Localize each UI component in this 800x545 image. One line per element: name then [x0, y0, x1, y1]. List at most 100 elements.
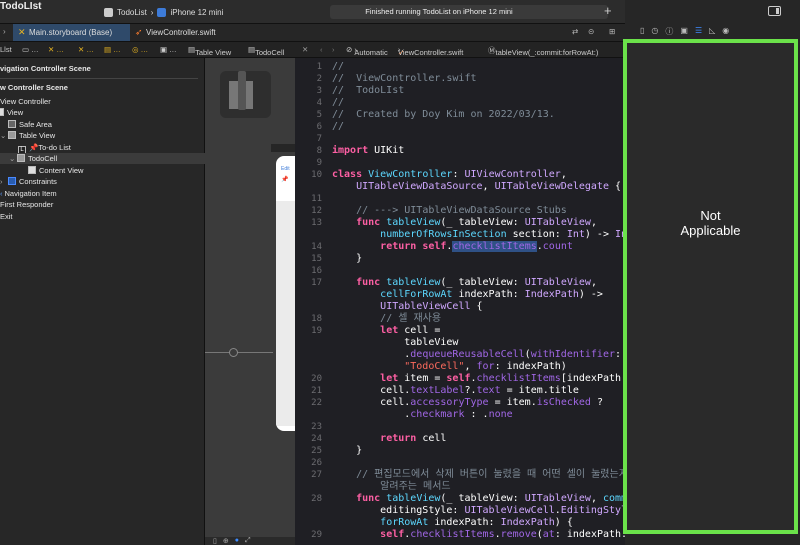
- resolve-icon[interactable]: ⤢: [245, 537, 251, 545]
- jump-bar-label: tableView(_:commit:forRowAt:): [495, 48, 599, 57]
- code-token: text: [476, 385, 501, 396]
- code-token: {: [470, 301, 483, 312]
- iphone-preview[interactable]: Edit 📌: [276, 156, 295, 431]
- segue-arrow[interactable]: [205, 352, 273, 353]
- embed-icon[interactable]: ●: [235, 537, 239, 545]
- back-icon[interactable]: ‹: [320, 45, 323, 54]
- line-number: 10: [311, 170, 322, 180]
- outline-label: Navigation Item: [4, 189, 57, 198]
- code-text: func tableView(_ tableView: UITableView,…: [332, 493, 625, 505]
- outline-item[interactable]: View Controller: [0, 96, 205, 107]
- view-icon: [0, 108, 4, 116]
- storyboard-icon: ✕: [18, 27, 26, 37]
- jump-bar-item[interactable]: ▤ TodoCell: [248, 45, 284, 57]
- code-text: .checkmark : .none: [332, 409, 512, 421]
- forward-icon[interactable]: ›: [332, 45, 335, 54]
- code-token: import: [332, 145, 369, 156]
- jump-bar-item[interactable]: Llst: [0, 45, 12, 54]
- scene-icon[interactable]: ▤ …: [104, 45, 121, 54]
- code-text: tableView: [332, 337, 458, 349]
- assistant-icon[interactable]: ⊝: [588, 27, 594, 36]
- line-number: 5: [316, 110, 322, 120]
- outline-item[interactable]: vigation Controller Scene: [0, 63, 205, 74]
- jump-bar-item[interactable]: ⊘ Automatic ›: [346, 45, 388, 57]
- file-inspector-icon[interactable]: ▯: [640, 26, 644, 37]
- connections-inspector-icon[interactable]: ◉: [722, 26, 729, 37]
- outline-label: TodoCell: [28, 154, 58, 163]
- chevron-right-icon: ›: [150, 7, 154, 17]
- code-token: item =: [398, 373, 447, 384]
- outline-item[interactable]: View: [0, 107, 205, 118]
- code-token: tableView: [332, 337, 459, 348]
- navigation-controller-icon[interactable]: [220, 71, 271, 118]
- jump-bar-item[interactable]: ▤ Table View: [188, 45, 231, 57]
- storyboard-icon[interactable]: ✕ …: [48, 45, 64, 54]
- code-text: // Created by Doy Kim on 2022/03/13.: [332, 109, 555, 121]
- folder-icon[interactable]: ▭ …: [22, 45, 39, 54]
- code-text: return cell: [332, 433, 446, 445]
- inspector-toggle-icon[interactable]: [768, 6, 781, 16]
- constraints-icon: [8, 177, 16, 185]
- outline-item[interactable]: ⌄ Table View: [0, 130, 205, 141]
- outline-label: Table View: [19, 131, 56, 140]
- code-token: "TodoCell": [404, 361, 465, 372]
- help-icon[interactable]: ⓘ: [665, 26, 673, 37]
- history-icon[interactable]: ◷: [651, 26, 658, 37]
- outline-item[interactable]: L 📌To-do List: [0, 142, 205, 154]
- identity-inspector-icon[interactable]: ▣: [680, 26, 688, 37]
- refresh-icon[interactable]: ⇄: [572, 27, 578, 36]
- chevron-right-icon[interactable]: ›: [3, 27, 6, 36]
- outline-item[interactable]: First Responder: [0, 199, 205, 210]
- outline-item[interactable]: w Controller Scene: [0, 82, 205, 93]
- edit-button[interactable]: Edit: [281, 166, 290, 172]
- disclosure-icon[interactable]: ⌄: [9, 153, 17, 164]
- controller-icon[interactable]: ◎ …: [132, 45, 148, 54]
- tab-main-storyboard[interactable]: ✕ Main.storyboard (Base): [13, 24, 130, 41]
- jump-bar-label: Automatic: [354, 48, 388, 57]
- outline-item[interactable]: Content View: [0, 165, 205, 176]
- outline-label: Safe Area: [19, 120, 52, 129]
- close-icon[interactable]: ✕: [302, 45, 308, 54]
- code-text: // ---> UITableViewDataSource Stubs: [332, 205, 567, 217]
- line-number: 26: [311, 458, 322, 468]
- line-number: 9: [316, 158, 322, 168]
- attributes-inspector-icon[interactable]: ☰: [695, 26, 702, 37]
- code-text: func tableView(_ tableView: UITableView,: [332, 277, 597, 289]
- code-text: }: [332, 253, 362, 265]
- storyboard-canvas[interactable]: Edit 📌: [205, 58, 295, 537]
- outline-item[interactable]: Safe Area: [0, 119, 205, 130]
- tab-viewcontroller-swift[interactable]: ➶ ViewController.swift: [130, 24, 236, 41]
- add-icon[interactable]: +: [604, 3, 612, 18]
- segue-icon[interactable]: [229, 348, 238, 357]
- code-token: ) {: [554, 517, 573, 528]
- disclosure-icon[interactable]: ›: [0, 176, 8, 187]
- storyboard-icon[interactable]: ✕ …: [78, 45, 94, 54]
- code-token: : indexPath.: [554, 529, 625, 540]
- scheme-selector[interactable]: TodoList › iPhone 12 mini: [104, 5, 223, 19]
- app-icon: [104, 7, 113, 17]
- code-token: ) ->: [584, 229, 615, 240]
- outline-item[interactable]: Exit: [0, 211, 205, 222]
- jump-bar-item[interactable]: Ⓜ tableView(_:commit:forRowAt:): [488, 45, 598, 57]
- outline-item[interactable]: › Constraints: [0, 176, 205, 187]
- code-token: tableView: [386, 217, 441, 228]
- code-token: dequeueReusableCell: [410, 349, 525, 360]
- add-editor-icon[interactable]: ⊞: [609, 27, 615, 36]
- jump-bar-item[interactable]: ➶ ViewController.swift ›: [398, 45, 463, 57]
- outline-item-selected[interactable]: ⌄ TodoCell: [0, 153, 205, 164]
- size-inspector-icon[interactable]: ◺: [709, 26, 715, 37]
- code-token: IndexPath: [524, 289, 579, 300]
- code-text: UITableViewDataSource, UITableViewDelega…: [332, 181, 621, 193]
- disclosure-icon[interactable]: ⌄: [0, 130, 8, 141]
- code-editor[interactable]: 1 // 2 // ViewController.swift 3 // TodoLIst 4…: [295, 58, 625, 545]
- line-number: 17: [311, 278, 322, 288]
- outline-item[interactable]: ‹ Navigation Item: [0, 188, 205, 199]
- view-icon[interactable]: ▣ …: [160, 45, 177, 54]
- update-frames-icon[interactable]: ⊕: [223, 537, 229, 545]
- device-config-icon[interactable]: ▯: [213, 537, 217, 545]
